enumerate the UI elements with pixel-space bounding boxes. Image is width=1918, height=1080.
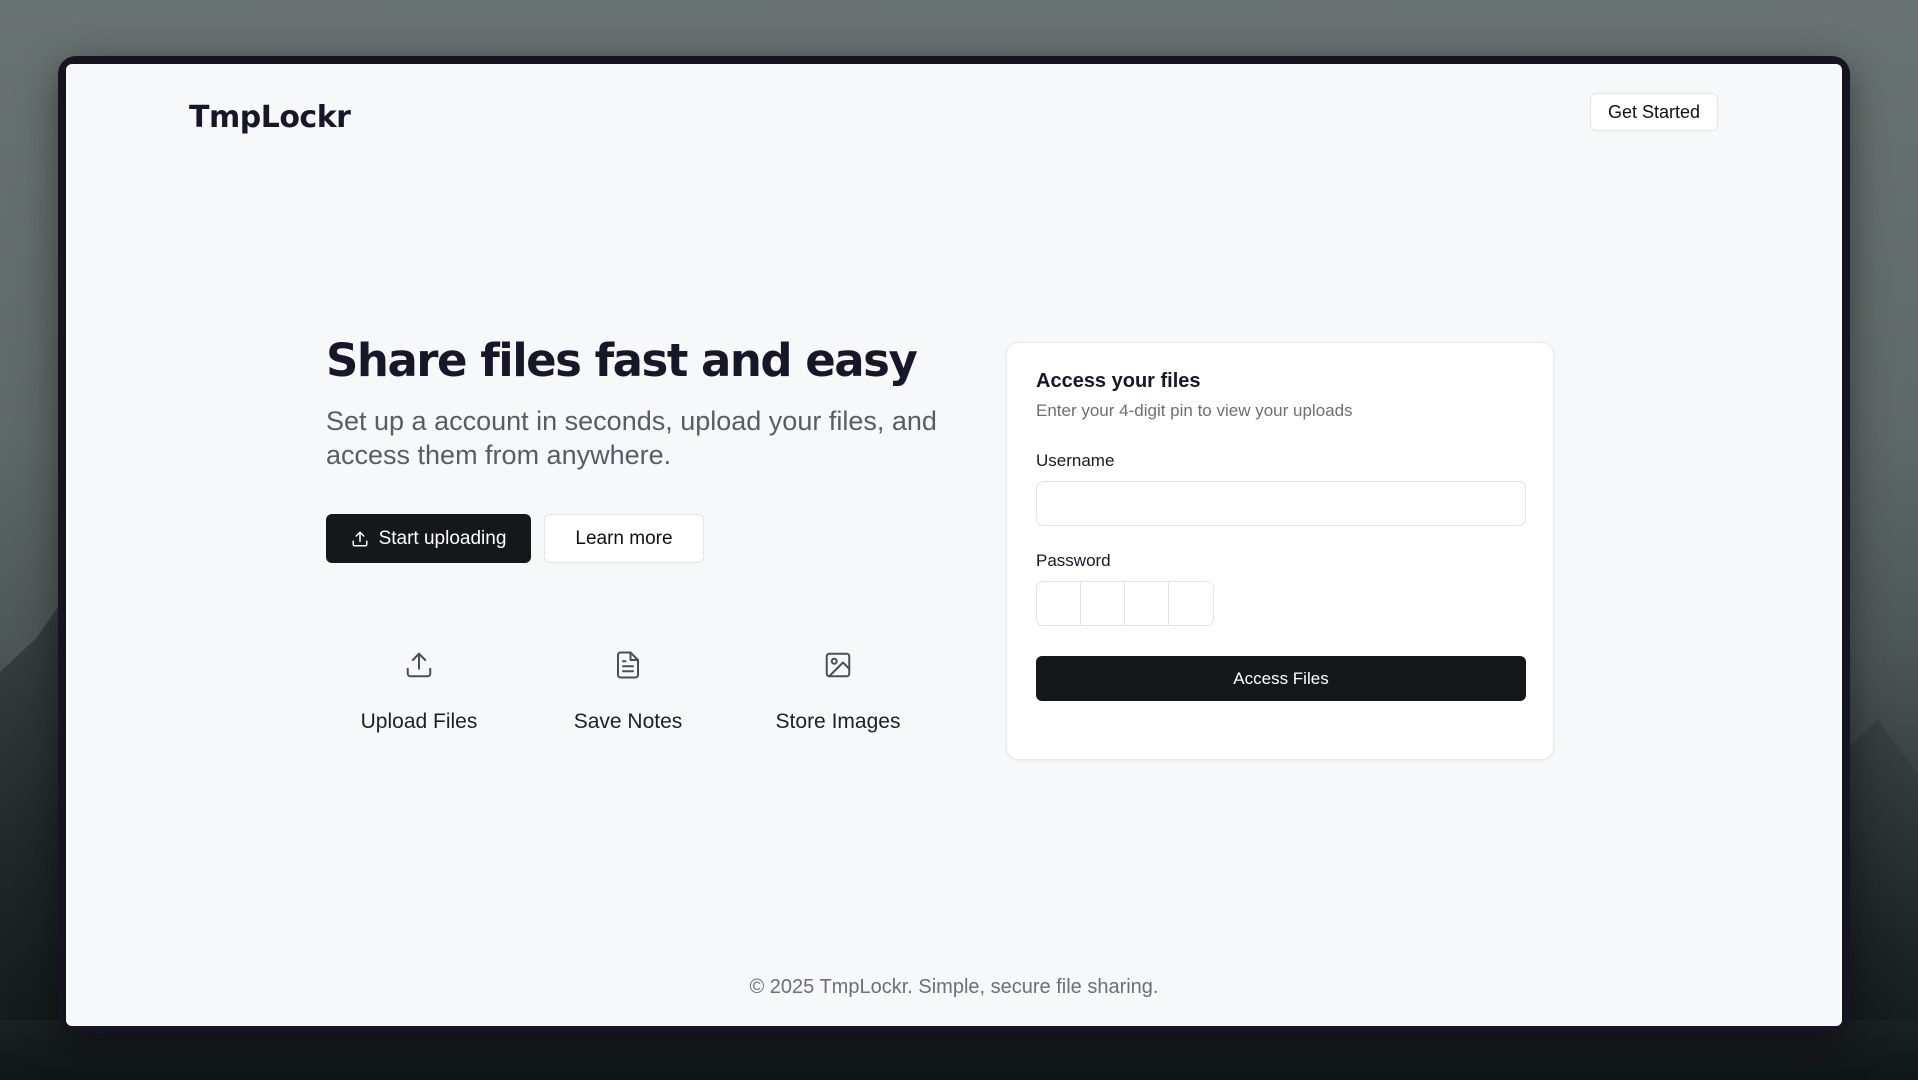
pin-digit-1[interactable] (1037, 582, 1081, 625)
feature-label: Store Images (775, 710, 901, 733)
image-icon (825, 652, 851, 678)
username-input[interactable] (1036, 481, 1526, 526)
upload-icon (352, 531, 368, 546)
hero-subtitle: Set up a account in seconds, upload your… (326, 406, 937, 470)
window-frame: TmpLockr Get Started Share files fast an… (58, 56, 1850, 1034)
hero-title: Share files fast and easy (326, 334, 918, 387)
app-page: TmpLockr Get Started Share files fast an… (66, 64, 1842, 1026)
learn-more-button[interactable]: Learn more (544, 514, 704, 563)
start-uploading-label: Start uploading (378, 527, 507, 549)
pin-digit-2[interactable] (1081, 582, 1125, 625)
upload-icon (406, 652, 432, 678)
feature-label: Save Notes (573, 710, 683, 733)
pin-digit-3[interactable] (1125, 582, 1169, 625)
feature-store-images: Store Images (743, 650, 933, 734)
app-logo[interactable]: TmpLockr (189, 100, 351, 135)
password-label: Password (1036, 551, 1111, 570)
access-files-card: Access your files Enter your 4-digit pin… (1006, 342, 1554, 760)
get-started-button[interactable]: Get Started (1590, 93, 1718, 131)
pin-input-group (1036, 581, 1214, 626)
document-icon (617, 651, 639, 679)
feature-save-notes: Save Notes (533, 650, 723, 734)
access-files-button[interactable]: Access Files (1036, 656, 1526, 701)
card-title: Access your files (1036, 370, 1201, 392)
pin-digit-4[interactable] (1169, 582, 1213, 625)
feature-label: Upload Files (360, 710, 478, 733)
feature-upload-files: Upload Files (324, 650, 514, 734)
start-uploading-button[interactable]: Start uploading (326, 514, 531, 563)
footer-text: © 2025 TmpLockr. Simple, secure file sha… (749, 976, 1159, 998)
username-label: Username (1036, 451, 1115, 470)
card-description: Enter your 4-digit pin to view your uplo… (1036, 401, 1353, 420)
